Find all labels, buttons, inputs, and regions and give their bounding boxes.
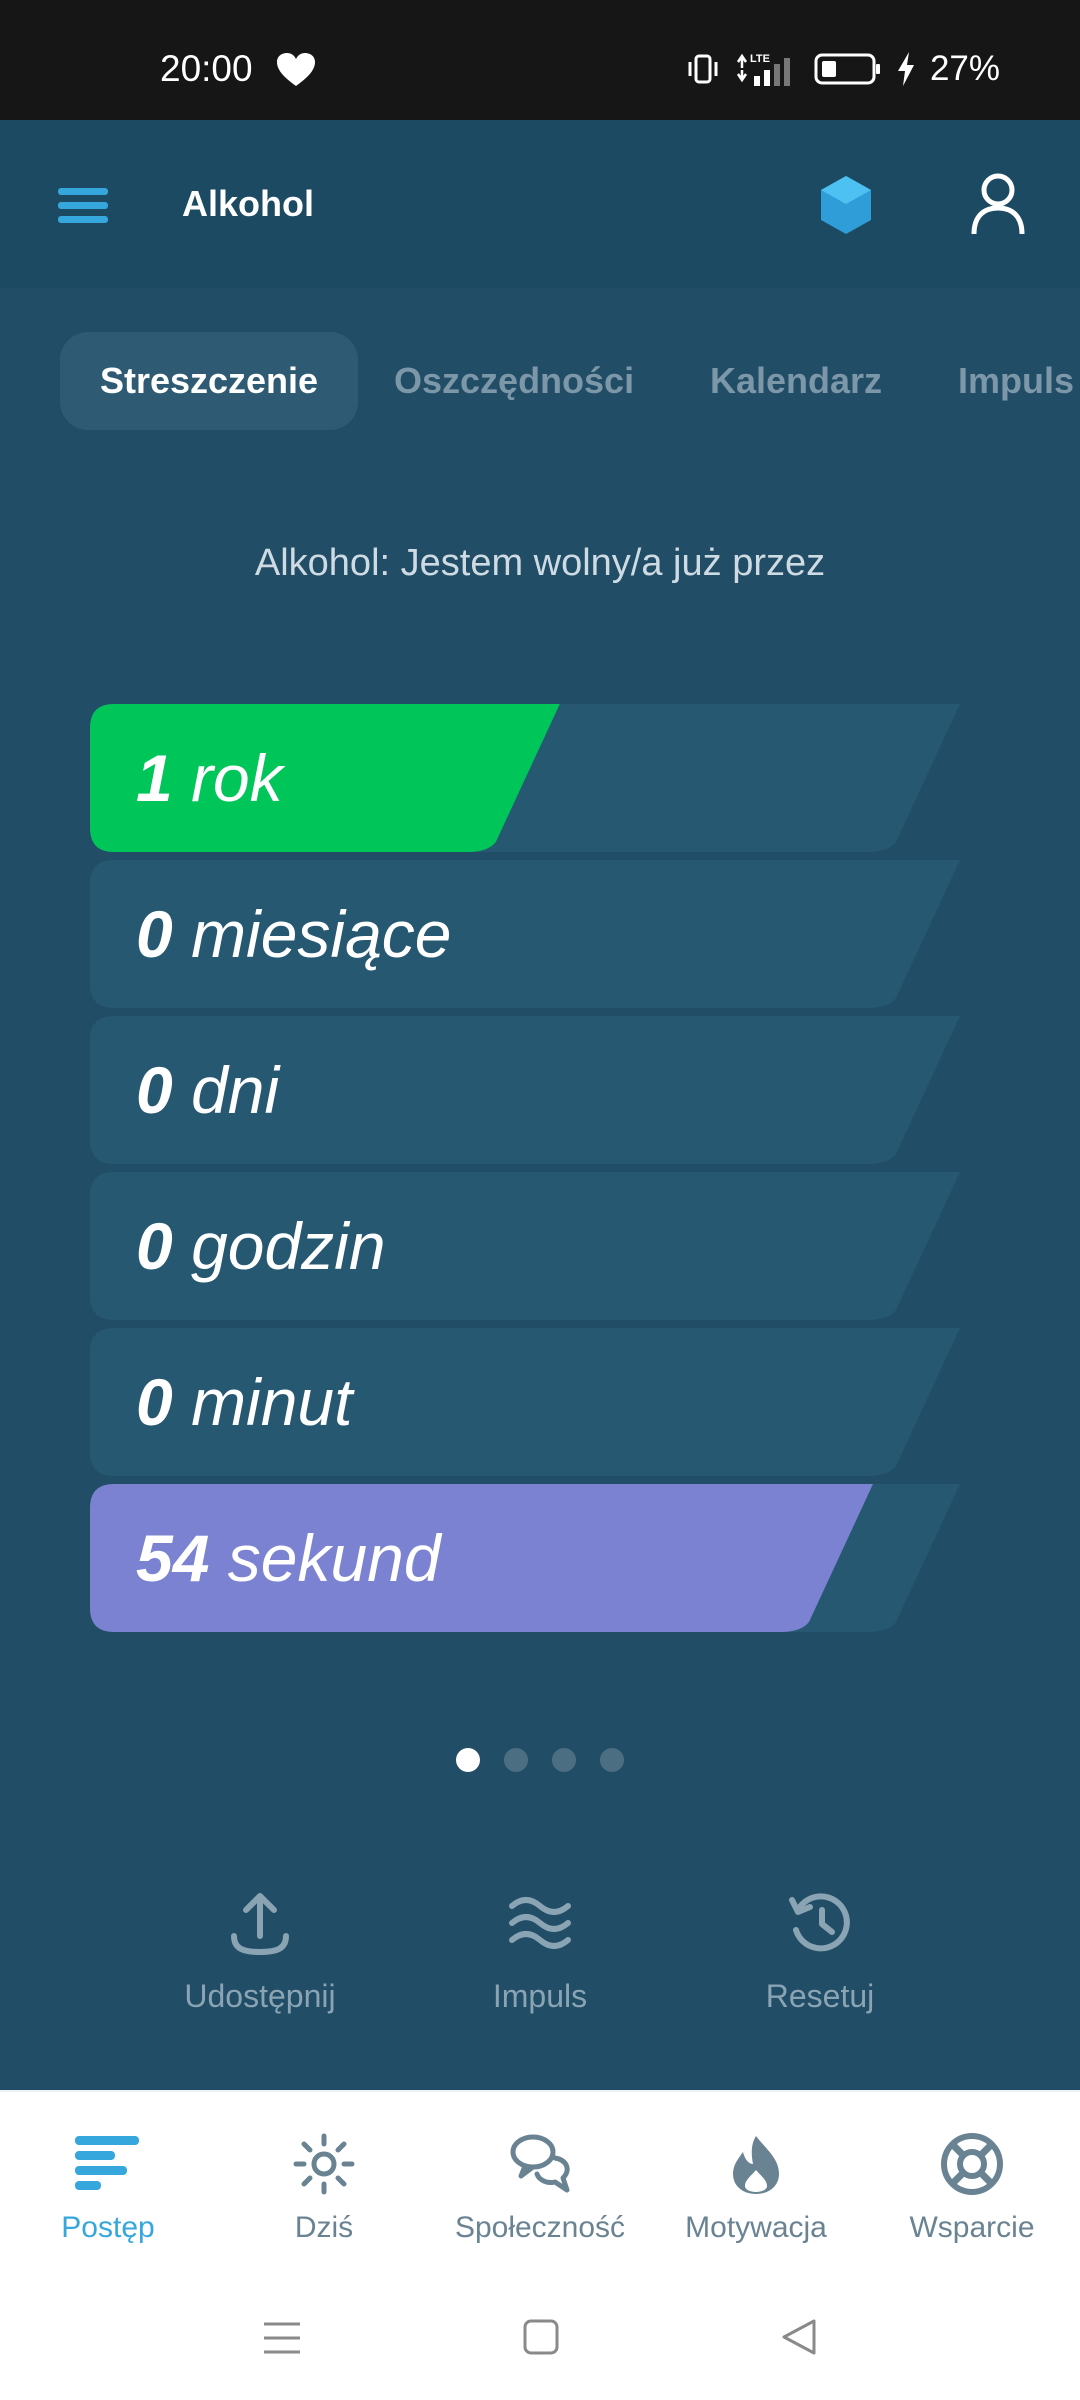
status-bar: 20:00 LTE 27% xyxy=(0,0,1080,120)
time-row-minutes: 0 minut xyxy=(90,1328,960,1476)
flame-icon xyxy=(733,2136,779,2194)
time-row-years: 1 rok xyxy=(90,704,960,852)
lifebuoy-icon xyxy=(941,2133,1003,2195)
time-row-hours: 0 godzin xyxy=(90,1172,960,1320)
tab-calendar[interactable]: Kalendarz xyxy=(710,332,882,430)
status-time: 20:00 xyxy=(160,48,253,89)
nav-support[interactable]: Wsparcie xyxy=(864,2132,1080,2246)
page-title: Alkohol xyxy=(182,183,314,224)
battery-icon xyxy=(814,53,880,85)
back-icon[interactable] xyxy=(780,2318,818,2356)
summary-subtitle: Alkohol: Jestem wolny/a już przez xyxy=(254,542,826,584)
app-bar: Alkohol xyxy=(0,120,1080,288)
community-icon xyxy=(510,2134,570,2193)
tab-savings[interactable]: Oszczędności xyxy=(394,332,634,430)
tab-summary[interactable]: Streszczenie xyxy=(60,332,358,430)
sun-icon xyxy=(293,2133,355,2195)
nav-progress[interactable]: Postęp xyxy=(0,2132,216,2246)
vibrate-icon xyxy=(688,54,718,84)
page-dot[interactable] xyxy=(504,1748,528,1772)
svg-text:LTE: LTE xyxy=(750,53,770,65)
share-button[interactable]: Udostępnij xyxy=(140,1890,380,2016)
time-row-seconds: 54 sekund xyxy=(90,1484,960,1632)
premium-hexagon-icon[interactable] xyxy=(818,174,874,236)
page-dot[interactable] xyxy=(552,1748,576,1772)
status-indicators: LTE 27% xyxy=(686,44,1000,94)
charging-icon xyxy=(897,52,914,86)
waves-icon xyxy=(509,1897,571,1949)
menu-icon[interactable] xyxy=(58,188,108,224)
battery-percent: 27% xyxy=(929,49,1000,88)
lte-signal-icon: LTE xyxy=(736,53,790,86)
tab-impulse[interactable]: Impuls xyxy=(958,332,1074,430)
time-row-months: 0 miesiące xyxy=(90,860,960,1008)
page-dot[interactable] xyxy=(600,1748,624,1772)
recents-icon[interactable] xyxy=(262,2320,302,2356)
page-dot[interactable] xyxy=(456,1748,480,1772)
nav-motivation[interactable]: Motywacja xyxy=(648,2132,864,2246)
page-indicator xyxy=(456,1748,624,1772)
bottom-navigation: Postęp Dziś Społeczność Motywacja Wsparc… xyxy=(0,2090,1080,2280)
nav-today[interactable]: Dziś xyxy=(216,2132,432,2246)
user-profile-icon[interactable] xyxy=(970,172,1026,236)
time-row-days: 0 dni xyxy=(90,1016,960,1164)
history-icon xyxy=(789,1893,850,1952)
progress-icon xyxy=(75,2136,139,2190)
impulse-button[interactable]: Impuls xyxy=(420,1890,660,2016)
system-navigation-bar xyxy=(0,2280,1080,2400)
reset-button[interactable]: Resetuj xyxy=(700,1890,940,2016)
heart-icon xyxy=(277,53,315,86)
home-icon[interactable] xyxy=(522,2318,560,2356)
nav-community[interactable]: Społeczność xyxy=(432,2132,648,2246)
tab-bar: Streszczenie Oszczędności Kalendarz Impu… xyxy=(0,330,1080,430)
share-icon xyxy=(231,1893,289,1956)
